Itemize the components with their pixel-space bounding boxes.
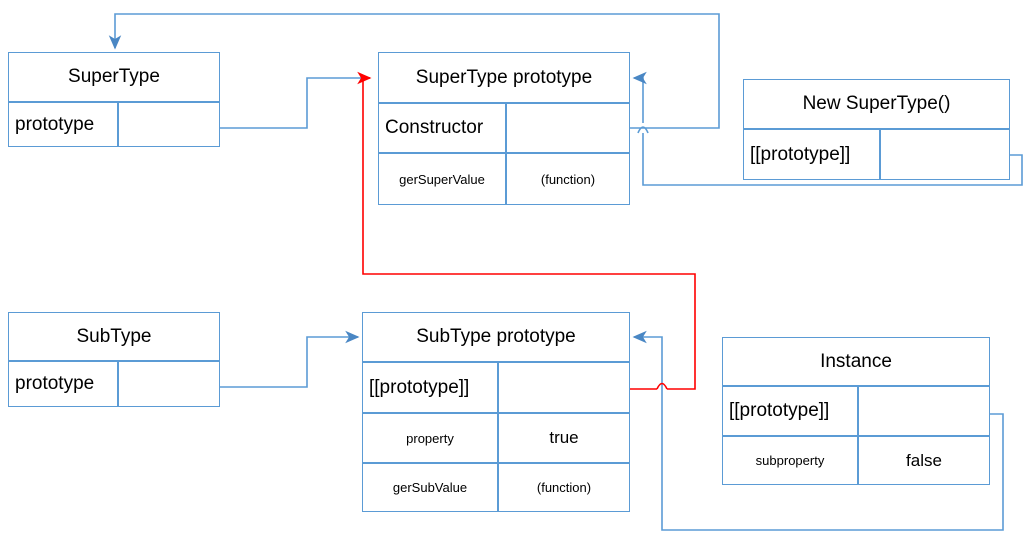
box-subtype-prototype-row-0: [[prototype]] <box>362 362 630 413</box>
box-supertype-prototype-row-0-key: Constructor <box>378 103 506 153</box>
box-supertype-row-0-value <box>118 102 220 147</box>
box-subtype-row-0-key: prototype <box>8 361 118 407</box>
wire-subtype-to-subtype-prototype <box>220 330 360 388</box>
box-subtype-title: SubType <box>8 312 220 361</box>
wire-supertype-to-supertype-prototype <box>220 77 370 129</box>
box-subtype-prototype-row-0-value <box>498 362 630 413</box>
box-instance-row-0-value <box>858 386 990 436</box>
box-instance-row-0: [[prototype]] <box>722 386 990 436</box>
box-instance-title: Instance <box>722 337 990 386</box>
box-subtype-prototype-title: SubType prototype <box>362 312 630 362</box>
box-subtype-prototype: SubType prototype [[prototype]] property… <box>362 312 630 512</box>
box-instance: Instance [[prototype]] subproperty false <box>722 337 990 485</box>
box-subtype-prototype-row-1-value: true <box>498 413 630 463</box>
box-supertype-prototype: SuperType prototype Constructor gerSuper… <box>378 52 630 205</box>
box-subtype-prototype-row-2: gerSubValue (function) <box>362 463 630 512</box>
box-subtype-prototype-row-1: property true <box>362 413 630 463</box>
box-subtype-row-0: prototype <box>8 361 220 407</box>
box-supertype-row-0-key: prototype <box>8 102 118 147</box>
box-new-supertype-row-0: [[prototype]] <box>743 129 1010 180</box>
box-subtype-prototype-row-2-key: gerSubValue <box>362 463 498 512</box>
box-subtype-prototype-row-0-key: [[prototype]] <box>362 362 498 413</box>
box-subtype-prototype-row-2-value: (function) <box>498 463 630 512</box>
box-instance-row-1-key: subproperty <box>722 436 858 485</box>
box-supertype-prototype-row-1-key: gerSuperValue <box>378 153 506 205</box>
box-new-supertype-title: New SuperType() <box>743 79 1010 129</box>
box-new-supertype: New SuperType() [[prototype]] <box>743 79 1010 180</box>
diagram-canvas: SuperType prototype SuperType prototype … <box>0 0 1031 538</box>
box-supertype-prototype-row-1: gerSuperValue (function) <box>378 153 630 205</box>
box-instance-row-1: subproperty false <box>722 436 990 485</box>
box-subtype-prototype-row-1-key: property <box>362 413 498 463</box>
box-supertype-prototype-title: SuperType prototype <box>378 52 630 103</box>
box-supertype-prototype-row-0-value <box>506 103 630 153</box>
wire-hop-constructor <box>637 126 649 134</box>
box-subtype-row-0-value <box>118 361 220 407</box>
box-instance-row-1-value: false <box>858 436 990 485</box>
box-new-supertype-row-0-key: [[prototype]] <box>743 129 880 180</box>
box-new-supertype-row-0-value <box>880 129 1010 180</box>
box-supertype-row-0: prototype <box>8 102 220 147</box>
box-instance-row-0-key: [[prototype]] <box>722 386 858 436</box>
wire-hop-red <box>656 382 668 390</box>
box-supertype-prototype-row-1-value: (function) <box>506 153 630 205</box>
box-supertype-title: SuperType <box>8 52 220 102</box>
box-supertype: SuperType prototype <box>8 52 220 147</box>
box-subtype: SubType prototype <box>8 312 220 407</box>
box-supertype-prototype-row-0: Constructor <box>378 103 630 153</box>
